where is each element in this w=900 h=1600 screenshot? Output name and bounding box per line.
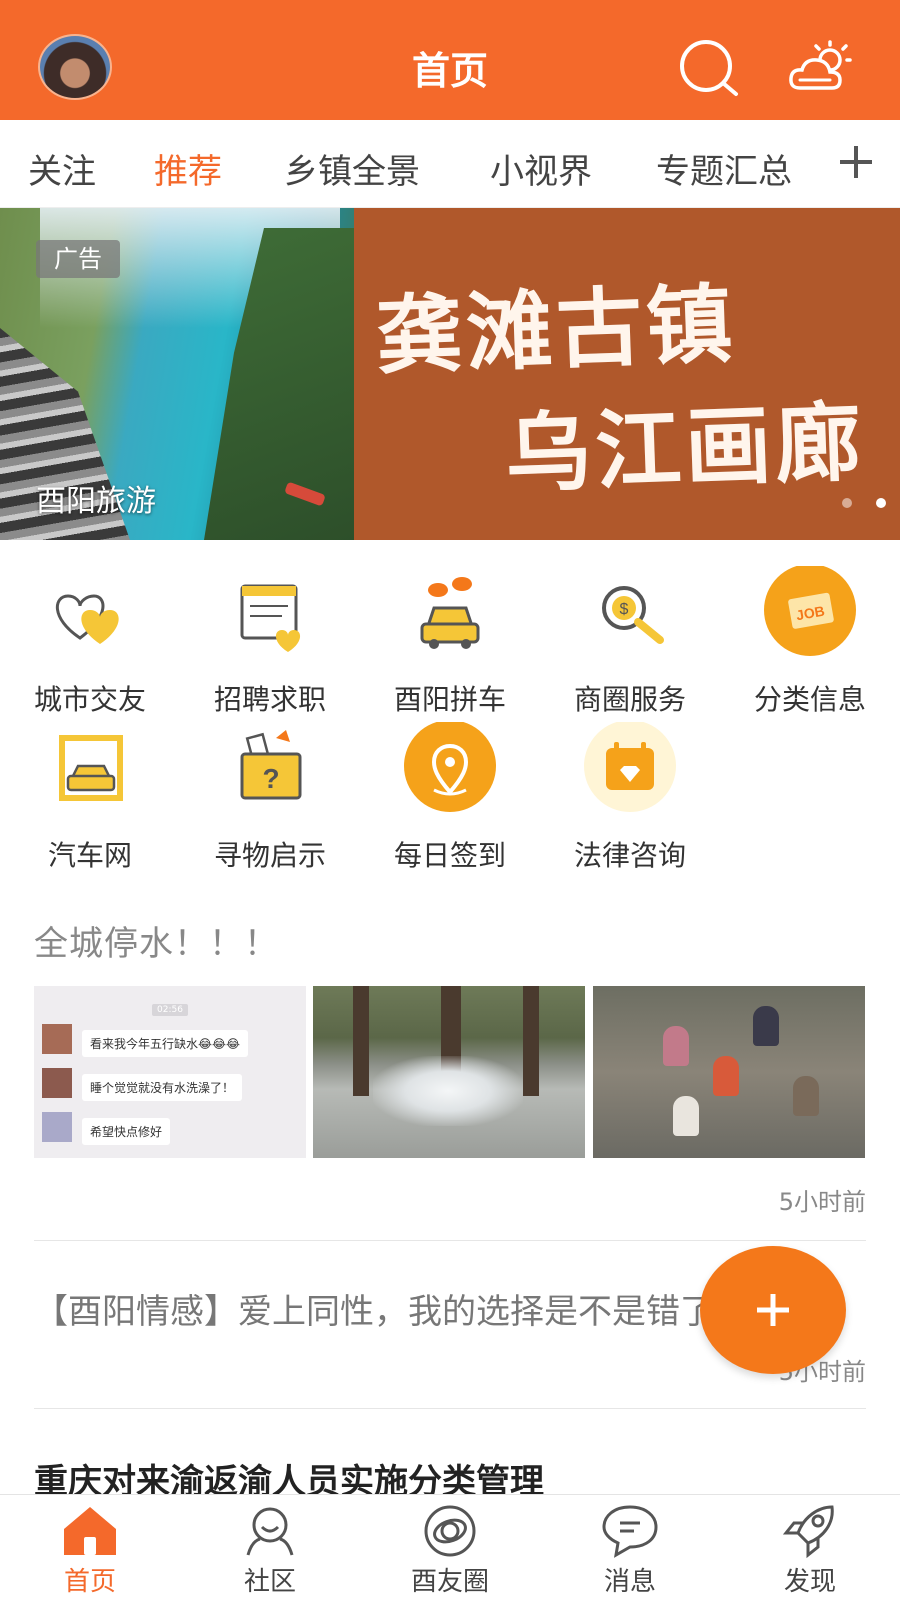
- top-bar: 首页: [0, 0, 900, 120]
- home-icon: [64, 1507, 116, 1555]
- tab-township[interactable]: 乡镇全景: [284, 144, 420, 193]
- add-tab-icon[interactable]: [836, 142, 876, 182]
- service-label: 法律咨询: [573, 839, 686, 872]
- carousel-dot-1[interactable]: [842, 498, 852, 508]
- calendar-heart-icon: [584, 722, 676, 812]
- nav-label: 酉友圈: [410, 1567, 489, 1597]
- message-icon: [602, 1505, 658, 1558]
- planet-icon: [424, 1505, 476, 1557]
- bottom-navigation: 首页 社区 酉友圈 消息 发现: [0, 1494, 900, 1600]
- article-thumbnail-flood[interactable]: [313, 986, 585, 1158]
- divider: [34, 1408, 866, 1409]
- rocket-icon: [782, 1505, 834, 1559]
- banner-headline-2: 乌江画廊: [503, 391, 867, 506]
- carpool-icon: [420, 577, 480, 649]
- nav-label: 消息: [603, 1567, 656, 1597]
- article-thumbnail-chat[interactable]: 02:56 看来我今年五行缺水😂😂😂 睡个觉觉就没有水洗澡了！ 希望快点修好: [34, 986, 306, 1158]
- service-business[interactable]: $ 商圈服务: [540, 566, 720, 716]
- nav-label: 发现: [783, 1567, 836, 1597]
- svg-text:?: ?: [262, 763, 279, 794]
- nav-label: 首页: [63, 1567, 116, 1597]
- service-label: 寻物启示: [213, 839, 326, 872]
- page-title: 首页: [411, 49, 488, 93]
- service-label: 分类信息: [753, 683, 866, 716]
- nav-discover[interactable]: 发现: [720, 1495, 900, 1600]
- compose-button[interactable]: [700, 1246, 846, 1374]
- tab-small-view[interactable]: 小视界: [490, 144, 592, 193]
- chat-avatar: [42, 1024, 72, 1054]
- chat-message: 睡个觉觉就没有水洗澡了！: [82, 1074, 243, 1101]
- job-icon: JOB: [764, 566, 856, 656]
- service-carpool[interactable]: 酉阳拼车: [360, 566, 540, 716]
- hearts-icon: [55, 594, 119, 644]
- service-label: 每日签到: [393, 839, 506, 872]
- lost-found-icon: ?: [240, 730, 302, 800]
- banner-caption: 酉阳旅游: [36, 484, 156, 519]
- service-label: 商圈服务: [573, 683, 686, 716]
- article-title[interactable]: 全城停水！！！: [34, 916, 279, 965]
- banner-headline-1: 龚滩古镇: [374, 273, 738, 388]
- weather-icon[interactable]: [786, 40, 854, 96]
- nav-label: 社区: [243, 1567, 296, 1597]
- article-time: 5小时前: [778, 1188, 866, 1216]
- nav-friends-circle[interactable]: 酉友圈: [360, 1495, 540, 1600]
- chat-avatar: [42, 1068, 72, 1098]
- service-legal[interactable]: 法律咨询: [540, 722, 720, 872]
- channel-tabs: 关注 推荐 乡镇全景 小视界 专题汇总: [0, 120, 900, 208]
- community-icon: [246, 1507, 294, 1556]
- service-car-net[interactable]: 汽车网: [0, 722, 180, 872]
- service-recruitment[interactable]: 招聘求职: [180, 566, 360, 716]
- tab-recommend[interactable]: 推荐: [154, 144, 222, 193]
- carousel-dot-2[interactable]: [876, 498, 886, 508]
- search-icon[interactable]: [676, 36, 742, 102]
- ad-banner[interactable]: 龚滩古镇 乌江画廊 广告 酉阳旅游: [0, 208, 900, 540]
- service-daily-checkin[interactable]: 每日签到: [360, 722, 540, 872]
- service-label: 酉阳拼车: [393, 683, 506, 716]
- article-thumbnail-washing[interactable]: [593, 986, 865, 1158]
- nav-community[interactable]: 社区: [180, 1495, 360, 1600]
- service-label: 招聘求职: [213, 683, 326, 716]
- chat-avatar: [42, 1112, 72, 1142]
- ad-badge: 广告: [36, 240, 120, 278]
- service-lost-found[interactable]: ? 寻物启示: [180, 722, 360, 872]
- nav-messages[interactable]: 消息: [540, 1495, 720, 1600]
- service-city-dating[interactable]: 城市交友: [0, 566, 180, 716]
- chat-message: 希望快点修好: [82, 1118, 171, 1145]
- chat-clock: 02:56: [152, 1004, 188, 1016]
- svg-text:$: $: [620, 601, 629, 618]
- coin-magnifier-icon: $: [602, 586, 664, 644]
- article-title[interactable]: 【酉阳情感】爱上同性，我的选择是不是错了: [34, 1284, 714, 1333]
- divider: [34, 1240, 866, 1241]
- service-label: 汽车网: [47, 839, 132, 872]
- service-label: 城市交友: [33, 683, 146, 716]
- location-pin-icon: [404, 722, 496, 812]
- nav-home[interactable]: 首页: [0, 1495, 180, 1600]
- car-garage-icon: [59, 735, 123, 801]
- resume-icon: [240, 584, 301, 652]
- plus-icon: [757, 1294, 789, 1326]
- chat-message: 看来我今年五行缺水😂😂😂: [82, 1030, 249, 1057]
- tab-follow[interactable]: 关注: [28, 144, 96, 193]
- tab-topics[interactable]: 专题汇总: [656, 144, 792, 193]
- service-classified[interactable]: JOB 分类信息: [720, 566, 900, 716]
